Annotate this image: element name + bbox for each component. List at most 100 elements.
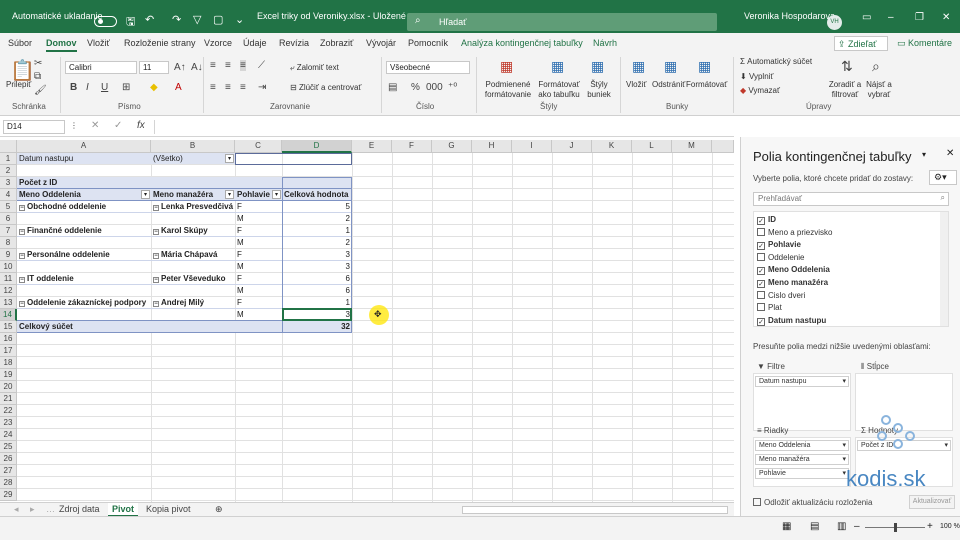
align-center-icon[interactable]: ≡ [225,82,231,93]
column-header-overflow[interactable] [712,140,734,153]
merge-center-button[interactable]: ⊟ Zlúčiť a centrovať [290,83,361,93]
field-item[interactable]: ✓ Datum nastupu [757,316,826,326]
row-header[interactable]: 18 [0,357,17,369]
autosave-toggle[interactable] [94,16,117,27]
formula-input[interactable] [154,120,732,134]
font-size-select[interactable]: 11 [139,61,169,74]
find-select-icon[interactable]: ⌕ [872,58,880,75]
row-header[interactable]: 11 [0,273,17,285]
next-sheet-icon[interactable]: ▸ [26,503,39,517]
add-sheet-icon[interactable]: ⊕ [211,503,227,517]
autosum-button[interactable]: Σ Automatický súčet [740,57,812,67]
tab-review[interactable]: Revízia [279,38,309,48]
column-header[interactable]: F [392,140,432,153]
field-item[interactable]: Meno a priezvisko [757,227,832,237]
delete-cells-button[interactable]: Odstrániť [652,80,685,90]
row-header[interactable]: 21 [0,393,17,405]
field-item[interactable]: ✓ Meno Oddelenia [757,265,830,276]
font-name-select[interactable]: Calibri [65,61,137,74]
row-header[interactable]: 27 [0,465,17,477]
format-cells-icon[interactable]: ▦ [698,58,711,75]
collapse-icon[interactable]: − [19,205,25,211]
page-break-view-icon[interactable]: ▥ [837,521,846,532]
quick-access-icon[interactable]: ▢ [213,13,223,26]
normal-view-icon[interactable]: ▦ [782,521,791,532]
column-header[interactable]: M [672,140,712,153]
field-checkbox[interactable] [757,303,765,312]
field-checkbox[interactable] [757,252,765,261]
sheet-tab-pivot[interactable]: Pivot [108,503,139,517]
tab-insert[interactable]: Vložiť [87,38,110,48]
field-item[interactable]: Plat [757,303,782,312]
select-all-corner[interactable] [0,140,17,153]
field-item[interactable]: Cislo dveri [757,290,805,300]
filter-chip[interactable]: Datum nastupu [755,376,849,387]
row-header[interactable]: 16 [0,333,17,345]
column-header[interactable]: B [151,140,235,153]
insert-cells-icon[interactable]: ▦ [632,58,645,75]
row-header[interactable]: 23 [0,417,17,429]
align-right-icon[interactable]: ≡ [240,82,246,93]
close-icon[interactable]: ✕ [942,12,950,23]
zoom-out-icon[interactable]: – [854,521,860,532]
field-item[interactable]: Oddelenie [757,252,804,262]
gear-icon[interactable]: ⚙▾ [929,170,957,185]
user-name[interactable]: Veronika Hospodarova [744,11,835,21]
thousands-icon[interactable]: 000 [426,82,443,93]
column-header[interactable]: K [592,140,632,153]
tab-data[interactable]: Údaje [243,38,267,48]
field-item[interactable]: ✓ Pohlavie [757,240,801,251]
field-checkbox[interactable]: ✓ [757,217,765,225]
paste-button[interactable]: Prilepiť [6,80,31,90]
find-select-button[interactable]: Nájsť a vybrať [862,80,896,100]
row-header[interactable]: 2 [0,165,17,177]
collapse-icon[interactable]: − [153,277,159,283]
gender-dropdown-icon[interactable]: ▾ [272,190,281,199]
field-checkbox[interactable]: ✓ [757,317,765,326]
minimize-icon[interactable]: – [888,12,894,23]
column-header[interactable]: I [512,140,552,153]
delete-cells-icon[interactable]: ▦ [664,58,677,75]
column-header[interactable]: A [17,140,151,153]
fill-button[interactable]: ⬇ Vyplniť [740,72,773,82]
font-color-icon[interactable]: A [175,82,182,93]
collapse-icon[interactable]: − [19,301,25,307]
avatar[interactable]: VH [827,15,842,30]
row-header[interactable]: 10 [0,261,17,273]
zoom-in-icon[interactable]: + [927,521,933,532]
format-painter-icon[interactable]: 🖌 [34,85,47,96]
format-table-icon[interactable]: ▦ [551,58,564,75]
collapse-icon[interactable]: − [153,205,159,211]
percent-icon[interactable]: % [411,82,420,93]
column-header[interactable]: L [632,140,672,153]
defer-checkbox-box[interactable] [753,498,761,506]
restore-icon[interactable]: ❐ [915,12,924,23]
search-box[interactable]: ⌕ Hľadať [407,13,717,31]
horizontal-scrollbar[interactable] [462,506,728,514]
redo-icon[interactable]: ↷ [172,13,181,26]
accounting-icon[interactable]: ▤ [388,82,397,93]
row-header[interactable]: 6 [0,213,17,225]
row-header[interactable]: 25 [0,441,17,453]
field-list-scrollbar[interactable] [940,212,948,326]
tab-home[interactable]: Domov [46,38,77,52]
column-header[interactable]: H [472,140,512,153]
indent-icon[interactable]: ⇥ [258,82,266,93]
row-header[interactable]: 28 [0,477,17,489]
customize-toolbar-icon[interactable]: ⌄ [235,13,244,26]
prev-sheet-icon[interactable]: ◂ [10,503,23,517]
filter-value[interactable]: (Všetko) [151,153,225,165]
row-header[interactable]: 22 [0,405,17,417]
collapse-icon[interactable]: − [153,229,159,235]
fill-color-icon[interactable]: ◆ [150,82,158,93]
ribbon-display-icon[interactable]: ▭ [862,12,871,23]
clear-button[interactable]: ◆ Vymazať [740,86,780,96]
italic-icon[interactable]: I [86,82,89,93]
row-header[interactable]: 13 [0,297,17,309]
page-layout-view-icon[interactable]: ▤ [810,521,819,532]
row-chip[interactable]: Pohlavie [755,468,849,479]
tab-design[interactable]: Návrh [593,38,617,48]
insert-cells-button[interactable]: Vložiť [626,80,646,90]
row-header[interactable]: 15 [0,321,17,333]
save-icon[interactable]: 🖫 [126,13,135,32]
